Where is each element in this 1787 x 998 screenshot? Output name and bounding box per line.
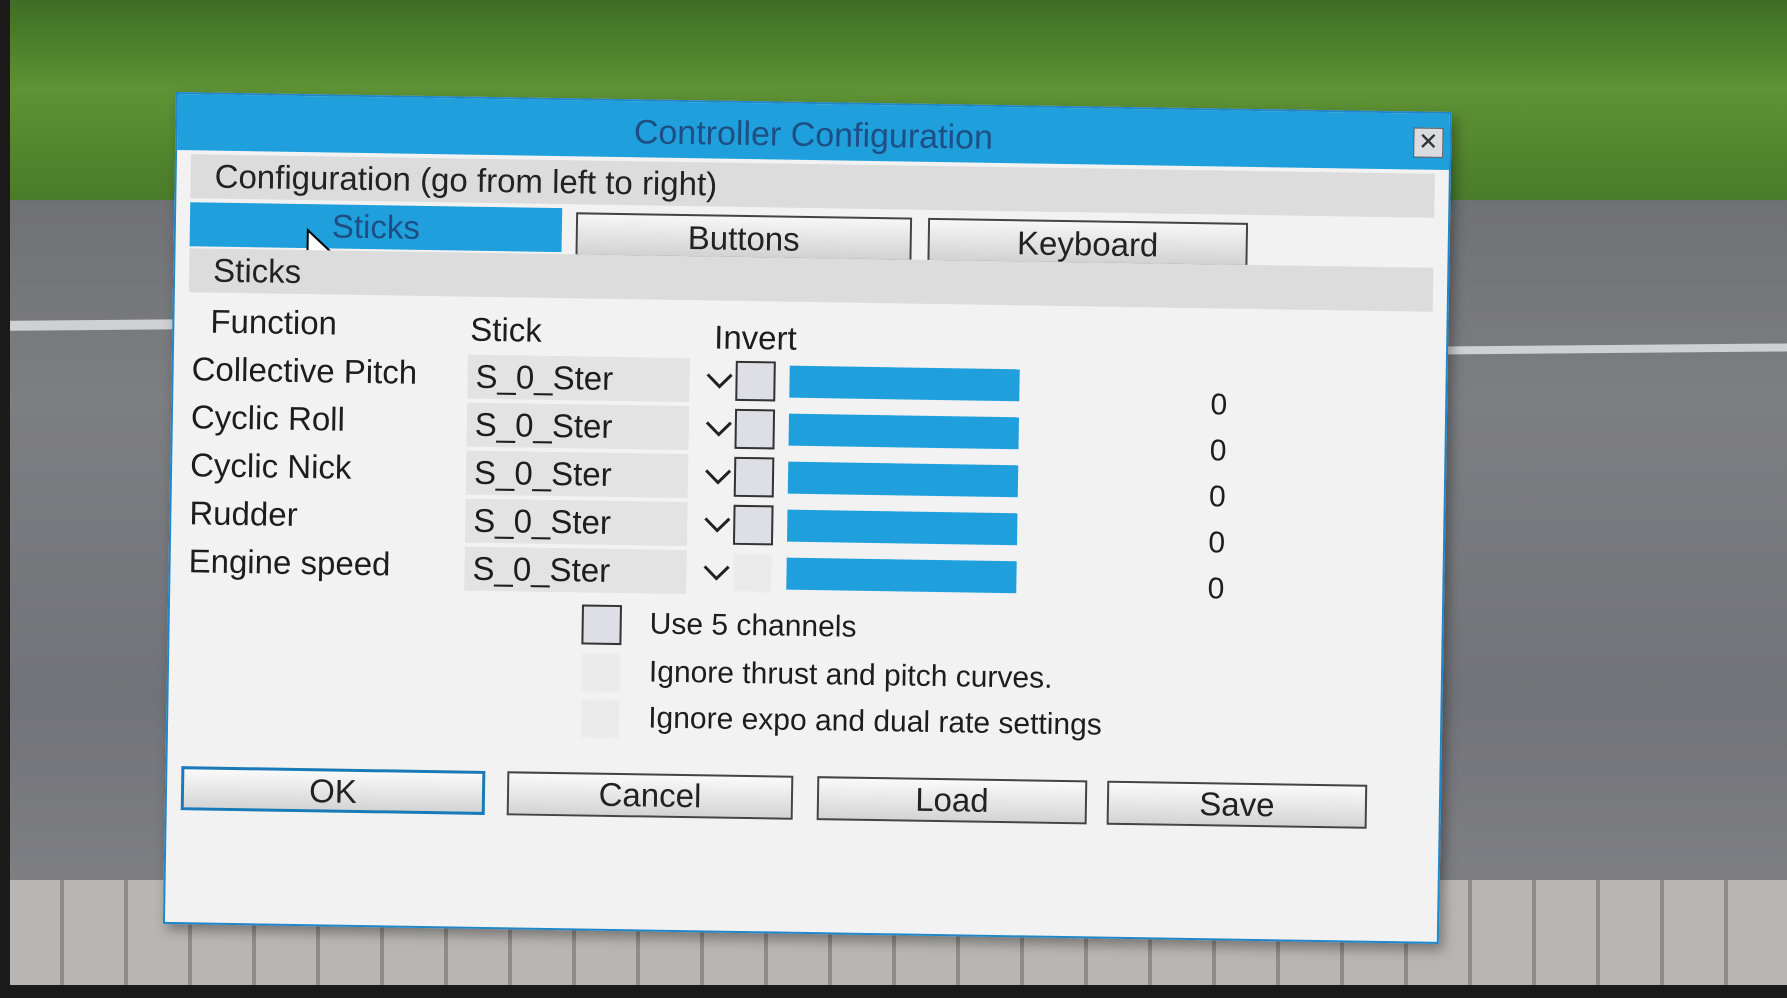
cancel-button[interactable]: Cancel (506, 771, 794, 820)
use-5-channels-checkbox[interactable] (581, 604, 622, 646)
invert-checkbox[interactable] (735, 360, 776, 402)
road-marking-right (1440, 343, 1787, 355)
input-level-bar (787, 509, 1018, 546)
close-button[interactable]: ✕ (1413, 127, 1444, 158)
stick-select[interactable]: S_0_Ster (465, 450, 732, 499)
controller-configuration-dialog: Controller Configuration ✕ Configuration… (162, 92, 1452, 944)
invert-checkbox[interactable] (733, 456, 775, 498)
column-header-stick: Stick (470, 310, 543, 349)
chevron-down-icon (705, 421, 732, 437)
column-header-function: Function (210, 302, 338, 342)
tab-keyboard[interactable]: Keyboard (927, 217, 1249, 267)
ok-button[interactable]: OK (180, 766, 486, 815)
invert-checkbox[interactable] (732, 504, 774, 546)
input-value: 0 (1207, 572, 1225, 606)
input-value: 0 (1208, 480, 1227, 514)
input-level-bar (789, 365, 1020, 402)
chevron-down-icon (703, 565, 730, 581)
monitor-bezel-left (0, 0, 10, 998)
function-label: Cyclic Roll (190, 398, 346, 438)
ignore-thrust-checkbox (580, 652, 622, 694)
function-label: Rudder (189, 494, 298, 533)
function-label: Collective Pitch (191, 350, 418, 391)
option-label: Ignore expo and dual rate settings (647, 701, 1103, 742)
stick-select[interactable]: S_0_Ster (464, 546, 730, 595)
road-marking-left (0, 319, 200, 331)
function-label: Cyclic Nick (189, 446, 352, 486)
stick-select-value: S_0_Ster (467, 354, 690, 403)
stick-select[interactable]: S_0_Ster (467, 354, 733, 403)
input-level-bar (788, 413, 1019, 450)
tab-sticks[interactable]: Sticks (189, 202, 563, 253)
input-value: 0 (1210, 388, 1228, 422)
ignore-expo-checkbox (579, 698, 621, 740)
stick-select[interactable]: S_0_Ster (466, 402, 732, 451)
option-label: Use 5 channels (649, 607, 857, 644)
chevron-down-icon (705, 469, 732, 485)
column-header-invert: Invert (713, 318, 798, 357)
monitor-bezel-bottom (0, 985, 1787, 998)
invert-checkbox[interactable] (734, 408, 776, 450)
stick-select-value: S_0_Ster (465, 450, 689, 499)
stick-select-value: S_0_Ster (464, 498, 688, 547)
chevron-down-icon (706, 373, 733, 389)
input-level-bar (787, 461, 1019, 498)
input-level-bar (786, 557, 1017, 594)
load-button[interactable]: Load (816, 776, 1088, 825)
stick-select-value: S_0_Ster (466, 402, 690, 451)
save-button[interactable]: Save (1106, 780, 1368, 829)
chevron-down-icon (704, 517, 731, 533)
stick-select-value: S_0_Ster (464, 546, 687, 595)
input-value: 0 (1209, 434, 1227, 468)
close-icon: ✕ (1418, 128, 1439, 156)
invert-checkbox-disabled (732, 552, 773, 594)
stick-select[interactable]: S_0_Ster (464, 498, 731, 547)
function-label: Engine speed (188, 542, 391, 583)
option-label: Ignore thrust and pitch curves. (648, 655, 1053, 695)
input-value: 0 (1208, 526, 1226, 560)
